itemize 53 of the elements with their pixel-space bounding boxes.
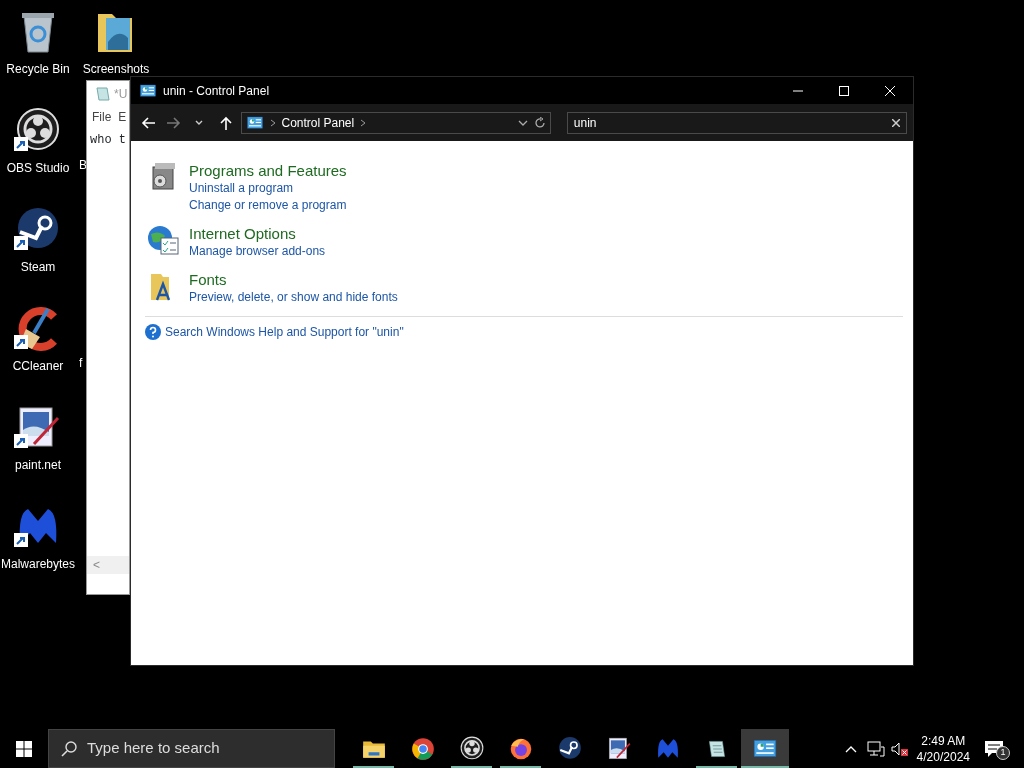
icon-label[interactable]: Malwarebytes	[1, 555, 75, 573]
help-icon	[145, 324, 161, 340]
icon-label[interactable]: OBS Studio	[6, 159, 70, 177]
maximize-icon	[839, 85, 849, 96]
task-link[interactable]: Preview, delete, or show and hide fonts	[189, 289, 398, 306]
task-link[interactable]: Manage browser add-ons	[189, 243, 326, 260]
valve-logo-icon	[556, 735, 583, 762]
window-title: unin - Control Panel	[163, 82, 271, 100]
help-link[interactable]: Search Windows Help and Support for "unin"	[165, 323, 404, 341]
window-title: *U	[114, 86, 128, 103]
close-icon	[885, 85, 895, 96]
menu-item[interactable]: E	[118, 108, 127, 126]
clear-icon[interactable]	[892, 118, 900, 127]
task-link[interactable]: Uninstall a program	[189, 180, 347, 197]
search-input[interactable]: unin	[573, 113, 892, 132]
address-bar[interactable]: Control Panel	[240, 111, 551, 134]
chevron-icon	[269, 118, 276, 127]
menu-item[interactable]: File	[92, 108, 112, 126]
icon-label[interactable]: f	[79, 354, 83, 372]
result-title-link[interactable]: Fonts	[189, 270, 398, 289]
control-panel-icon	[245, 113, 264, 132]
icon-label[interactable]: Steam	[20, 258, 56, 276]
icon-label[interactable]: Recycle Bin	[6, 60, 70, 78]
refresh-icon[interactable]	[533, 116, 546, 129]
icon-label[interactable]: B	[79, 156, 87, 174]
network-icon[interactable]	[866, 740, 885, 757]
circle-logo-icon	[409, 735, 436, 762]
windows-logo-icon	[16, 740, 32, 757]
document-text: who t	[89, 132, 127, 149]
clock-time[interactable]: 2:49 AM	[916, 732, 970, 749]
icon-label[interactable]: Screenshots	[82, 60, 150, 78]
search-icon	[61, 740, 77, 757]
control-panel-icon	[139, 81, 157, 100]
ring-logo-icon	[458, 735, 485, 762]
chevron-up-icon[interactable]	[844, 744, 857, 753]
dropdown-icon[interactable]	[517, 118, 528, 127]
search-box[interactable]: unin	[566, 111, 907, 134]
taskbar-app-button[interactable]	[741, 729, 789, 768]
left-arrow-icon	[140, 115, 155, 130]
notepad-icon	[95, 86, 111, 102]
result-title-link[interactable]: Programs and Features	[189, 161, 347, 180]
result-title-link[interactable]: Internet Options	[189, 224, 326, 243]
right-arrow-icon	[166, 115, 181, 130]
task-link[interactable]: Change or remove a program	[189, 197, 347, 214]
chevron-icon	[360, 118, 367, 127]
icon-label[interactable]: paint.net	[14, 456, 61, 474]
clock-date[interactable]: 4/20/2024	[916, 748, 970, 765]
up-arrow-icon	[218, 115, 233, 130]
muted-speaker-icon[interactable]	[890, 740, 909, 757]
taskbar-search-field[interactable]: Type here to search	[48, 729, 335, 768]
breadcrumb[interactable]: Control Panel	[281, 113, 355, 132]
globe-checklist-icon	[147, 224, 179, 256]
icon-label[interactable]: CCleaner	[12, 357, 64, 375]
